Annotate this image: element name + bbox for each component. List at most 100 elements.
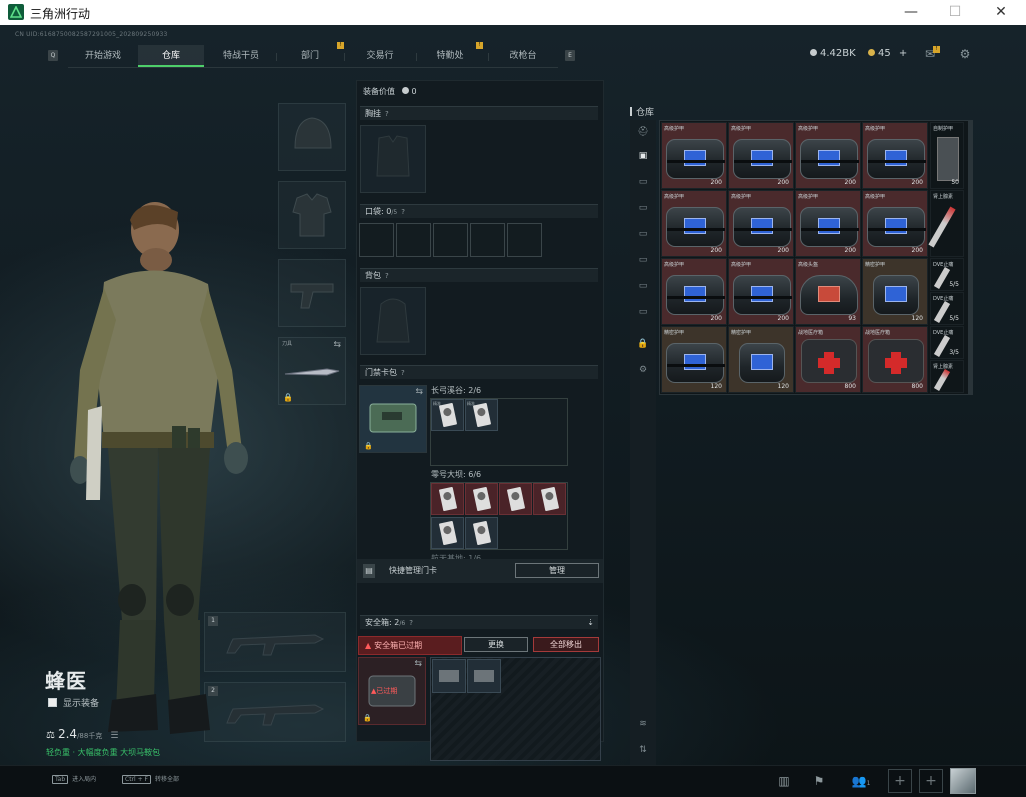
filter-settings-icon[interactable]: ⚙ [636, 364, 650, 376]
list-icon[interactable]: ☰ [110, 731, 118, 741]
replace-button[interactable]: 更换 [464, 637, 528, 652]
help-icon[interactable]: ? [401, 208, 405, 216]
filter-medical-icon[interactable]: ▭ [636, 228, 650, 240]
filter-armor-icon[interactable]: ▣ [636, 150, 650, 162]
warehouse-item[interactable]: 精密护甲 120 [661, 326, 727, 393]
filter-misc-icon[interactable]: ▭ [636, 306, 650, 318]
warehouse-item[interactable]: 战地医疗箱 800 [795, 326, 861, 393]
checkbox[interactable] [48, 698, 57, 707]
filter-weapon-icon[interactable]: ▭ [636, 176, 650, 188]
pin-icon[interactable]: ⇣ [587, 616, 594, 630]
armor-slot[interactable] [278, 181, 346, 249]
warehouse-item[interactable]: DVE止痛 5/5 [930, 258, 964, 291]
helmet-slot[interactable] [278, 103, 346, 171]
warehouse-item[interactable]: 高级护甲 200 [661, 190, 727, 257]
item-label: 高级护甲 [731, 194, 752, 200]
filter-helmet-icon[interactable]: ⛑ [636, 126, 650, 138]
help-icon[interactable]: ? [385, 272, 389, 280]
warehouse-item[interactable]: 肾上腺素 [930, 360, 964, 393]
swap-icon[interactable]: ⇆ [415, 387, 423, 397]
tab-operators[interactable]: 特战干员 [208, 45, 274, 67]
keycard-item[interactable]: 精准 [465, 399, 498, 431]
invite-slot-button[interactable]: + [888, 769, 912, 793]
tab-trading[interactable]: 交易行 [350, 45, 410, 67]
sort-icon[interactable]: ⇅ [636, 744, 650, 756]
stats-icon[interactable]: ▥ [775, 772, 793, 790]
item-label: 高级护甲 [731, 126, 752, 132]
safebox-item[interactable] [432, 659, 466, 693]
keycard-item[interactable] [431, 517, 464, 549]
coin-balance[interactable]: 4.42BK [810, 48, 856, 59]
manage-button[interactable]: 管理 [515, 563, 599, 578]
melee-slot[interactable]: 刀具 ⇆ 🔒 [278, 337, 346, 405]
ticket-balance[interactable]: 45 + [868, 48, 907, 59]
keycard-item[interactable] [465, 483, 498, 515]
maximize-button[interactable]: ☐ [932, 0, 978, 25]
warehouse-item[interactable]: 高级护甲 200 [795, 190, 861, 257]
warehouse-item[interactable]: 战地医疗箱 800 [862, 326, 928, 393]
help-icon[interactable]: ? [401, 369, 405, 377]
warehouse-item[interactable]: 肾上腺素 [928, 190, 964, 257]
nav-next-key[interactable]: E [565, 50, 575, 61]
warehouse-item[interactable]: 高级护甲 200 [661, 258, 727, 325]
filter-ammo-icon[interactable]: ▭ [636, 202, 650, 214]
warehouse-item[interactable]: 高级护甲 200 [795, 122, 861, 189]
move-all-button[interactable]: 全部移出 [533, 637, 599, 652]
pistol-slot[interactable] [278, 259, 346, 327]
keycard-case-slot[interactable]: ⇆ 🔒 [359, 385, 427, 453]
keycard-item[interactable] [499, 483, 532, 515]
warehouse-item[interactable]: 高级护甲 200 [728, 258, 794, 325]
tab-start-game[interactable]: 开始游戏 [72, 45, 134, 67]
warehouse-item[interactable]: 高级头盔 93 [795, 258, 861, 325]
help-icon[interactable]: ? [409, 619, 413, 627]
nav-prev-key[interactable]: Q [48, 50, 58, 61]
show-equipment-toggle[interactable]: 显示装备 [48, 696, 99, 709]
tab-gunsmith[interactable]: 改枪台 [492, 45, 554, 67]
settings-gear-icon[interactable]: ⚙ [958, 47, 972, 61]
pocket-slot[interactable] [470, 223, 505, 257]
warehouse-item[interactable]: DVE止痛 3/5 [930, 326, 964, 359]
filter-key-icon[interactable]: ▭ [636, 254, 650, 266]
pocket-slot[interactable] [433, 223, 468, 257]
add-currency-button[interactable]: + [899, 48, 907, 59]
keycard-item[interactable] [431, 483, 464, 515]
warehouse-item[interactable]: 自制护甲 50 [930, 122, 964, 189]
friends-icon[interactable]: 👥1 [848, 772, 874, 790]
warehouse-item[interactable]: 高级护甲 200 [661, 122, 727, 189]
pocket-slot[interactable] [359, 223, 394, 257]
backpack-slot[interactable] [360, 287, 426, 355]
minimize-button[interactable]: — [888, 0, 934, 25]
tab-warehouse[interactable]: 仓库 [138, 45, 204, 67]
flag-icon[interactable]: ⚑ [810, 772, 828, 790]
warehouse-scrollbar[interactable] [969, 120, 973, 395]
chest-rig-slot[interactable] [360, 125, 426, 193]
pocket-slot[interactable] [507, 223, 542, 257]
warehouse-item[interactable]: 精密护甲 120 [728, 326, 794, 393]
keycard-item[interactable] [533, 483, 566, 515]
tab-department[interactable]: 部门 [280, 45, 340, 67]
tab-special-services[interactable]: 特勤处 [420, 45, 480, 67]
warehouse-item[interactable]: DVE止痛 5/5 [930, 292, 964, 325]
warehouse-item[interactable]: 高级护甲 200 [728, 122, 794, 189]
safebox-slot[interactable]: ⇆ ▲已过期 🔒 [358, 657, 426, 725]
layers-icon[interactable]: ≋ [636, 718, 650, 730]
help-icon[interactable]: ? [385, 110, 389, 118]
filter-locked-icon[interactable]: 🔒 [636, 338, 650, 350]
filter-container-icon[interactable]: ▭ [636, 280, 650, 292]
warehouse-item[interactable]: 高级护甲 200 [862, 190, 928, 257]
warehouse-item[interactable]: 精密护甲 120 [862, 258, 928, 325]
invite-slot-button[interactable]: + [919, 769, 943, 793]
lock-icon: 🔒 [364, 442, 373, 450]
swap-icon[interactable]: ⇆ [414, 659, 422, 669]
warehouse-item[interactable]: 高级护甲 200 [862, 122, 928, 189]
warehouse-item[interactable]: 高级护甲 200 [728, 190, 794, 257]
item-value: 200 [777, 247, 789, 254]
swap-icon[interactable]: ⇆ [333, 340, 341, 350]
safebox-item[interactable] [467, 659, 501, 693]
close-button[interactable]: ✕ [978, 0, 1024, 25]
keycard-item[interactable] [465, 517, 498, 549]
pocket-slot[interactable] [396, 223, 431, 257]
player-avatar[interactable] [950, 768, 976, 794]
load-status: 轻负重 · 大幅度负重 大坝马鞍包 [46, 748, 161, 757]
keycard-item[interactable]: 精准 [431, 399, 464, 431]
